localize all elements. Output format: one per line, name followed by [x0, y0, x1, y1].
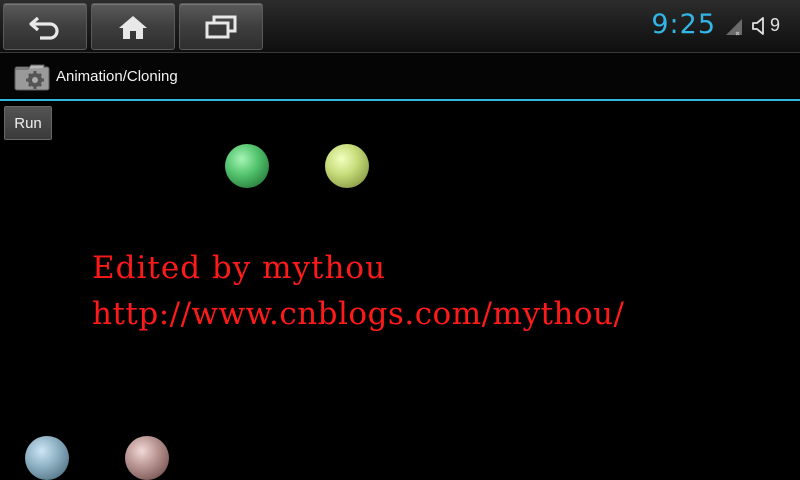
- watermark-line2: http://www.cnblogs.com/mythou/: [92, 296, 625, 332]
- device-screen: 9:25 9 Animation/Cloning Run Edited by m…: [0, 0, 800, 480]
- status-clock: 9:25: [651, 9, 716, 40]
- signal-icon: [726, 19, 742, 36]
- run-button[interactable]: Run: [4, 106, 52, 140]
- home-icon: [119, 15, 147, 39]
- ball-blue: [25, 436, 69, 480]
- home-button[interactable]: [91, 3, 175, 50]
- ball-pink: [125, 436, 169, 480]
- activity-title: Animation/Cloning: [56, 68, 178, 85]
- recent-apps-icon: [205, 15, 237, 38]
- app-icon[interactable]: [14, 63, 50, 91]
- watermark-line1: Edited by mythou: [92, 250, 387, 286]
- back-button[interactable]: [3, 3, 87, 50]
- volume-icon: [752, 17, 764, 35]
- system-bar: 9:25 9: [0, 0, 800, 53]
- ball-yellow: [325, 144, 369, 188]
- back-icon: [29, 16, 59, 40]
- action-bar-divider: [0, 99, 800, 101]
- action-bar: Animation/Cloning: [0, 53, 800, 99]
- ball-green: [225, 144, 269, 188]
- recent-apps-button[interactable]: [179, 3, 263, 50]
- volume-level: 9: [769, 15, 780, 35]
